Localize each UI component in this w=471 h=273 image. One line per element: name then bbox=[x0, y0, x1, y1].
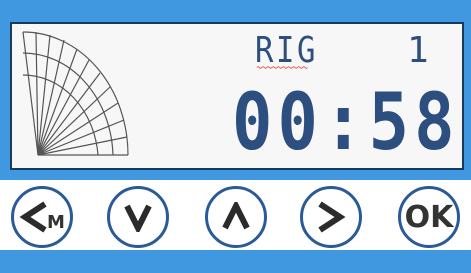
program-label-display: RIG bbox=[255, 30, 318, 72]
program-label: RIG bbox=[255, 30, 318, 71]
bottom-frame bbox=[0, 250, 471, 273]
remote-control-panel: RIG 1 00:58 M OK bbox=[0, 0, 471, 273]
down-button[interactable] bbox=[107, 186, 169, 248]
lcd-display: RIG 1 00:58 bbox=[10, 22, 464, 170]
button-row: M OK bbox=[0, 180, 471, 250]
chevron-up-icon bbox=[222, 202, 250, 230]
menu-letter-label: M bbox=[47, 211, 65, 233]
time-display: 00:58 bbox=[232, 78, 460, 168]
shade-position-fan-icon bbox=[22, 31, 129, 156]
spellcheck-underline bbox=[256, 66, 308, 69]
up-button[interactable] bbox=[205, 186, 267, 248]
menu-back-button[interactable]: M bbox=[11, 186, 73, 248]
chevron-down-icon bbox=[124, 204, 152, 232]
program-number: 1 bbox=[407, 30, 429, 71]
ok-button[interactable]: OK bbox=[398, 186, 460, 248]
chevron-right-icon bbox=[318, 201, 346, 233]
chevron-left-icon bbox=[19, 201, 47, 233]
right-button[interactable] bbox=[300, 186, 362, 248]
